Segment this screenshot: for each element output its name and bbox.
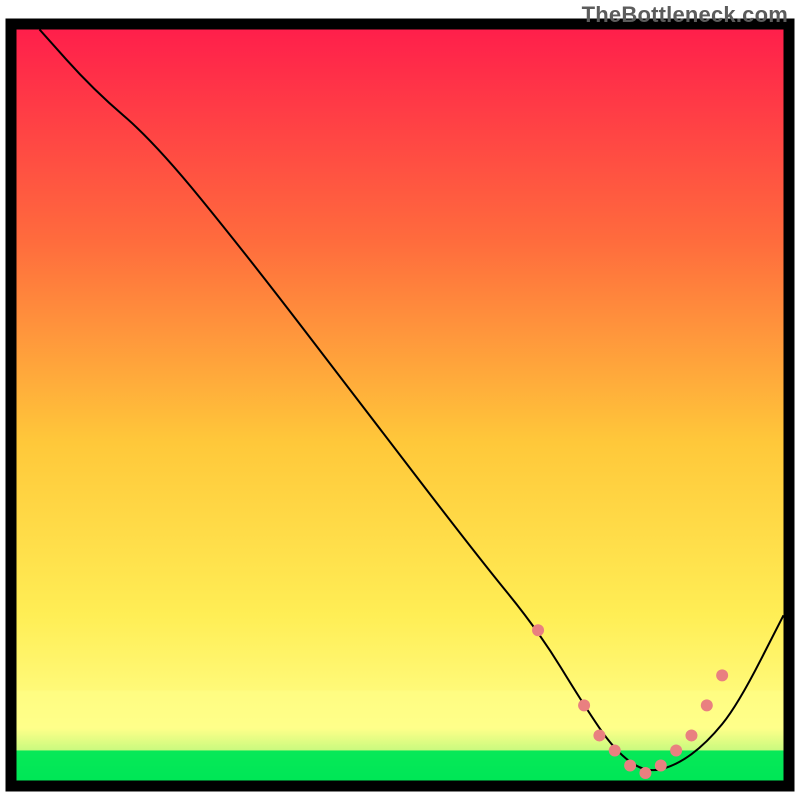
valley-marker (639, 767, 651, 779)
valley-marker (609, 744, 621, 756)
valley-marker (670, 744, 682, 756)
valley-marker (578, 699, 590, 711)
bottleneck-chart (0, 0, 800, 800)
chart-container: TheBottleneck.com (0, 0, 800, 800)
valley-marker (624, 759, 636, 771)
green-band (17, 750, 784, 780)
valley-marker (685, 729, 697, 741)
valley-marker (593, 729, 605, 741)
valley-marker (532, 624, 544, 636)
watermark-text: TheBottleneck.com (582, 2, 788, 28)
valley-marker (701, 699, 713, 711)
gradient-background (17, 30, 784, 781)
valley-marker (716, 669, 728, 681)
plot-area (17, 30, 784, 781)
yellow-cap-band (17, 690, 784, 750)
valley-marker (655, 759, 667, 771)
